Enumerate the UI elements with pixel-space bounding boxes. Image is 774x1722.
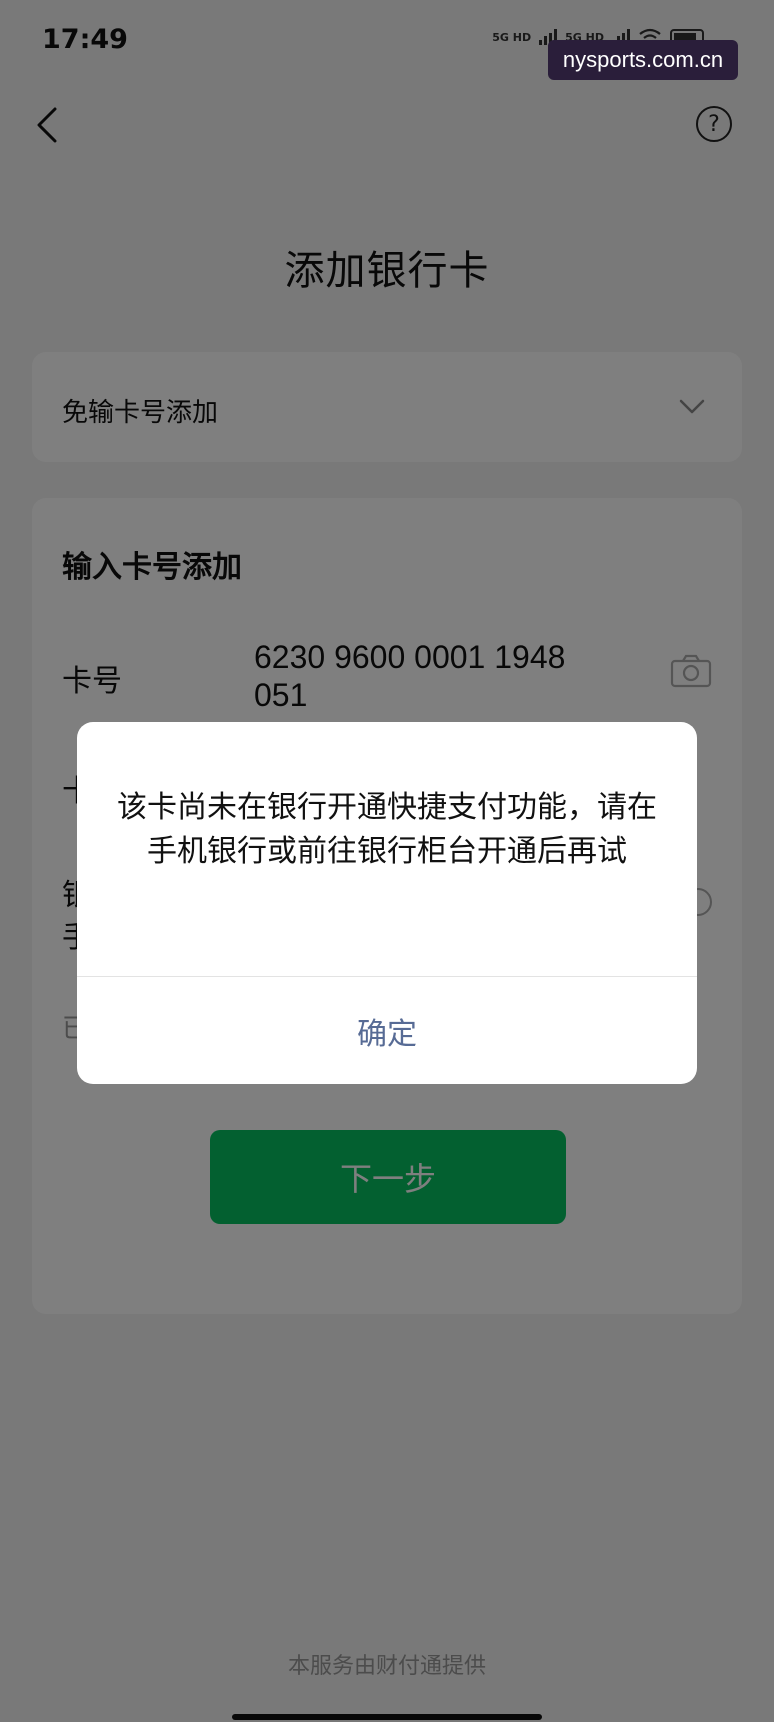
- alert-dialog: 该卡尚未在银行开通快捷支付功能，请在手机银行或前往银行柜台开通后再试 确定: [77, 722, 697, 1084]
- dialog-message: 该卡尚未在银行开通快捷支付功能，请在手机银行或前往银行柜台开通后再试: [117, 790, 657, 869]
- confirm-button[interactable]: 确定: [77, 977, 697, 1084]
- watermark: nysports.com.cn: [548, 40, 738, 80]
